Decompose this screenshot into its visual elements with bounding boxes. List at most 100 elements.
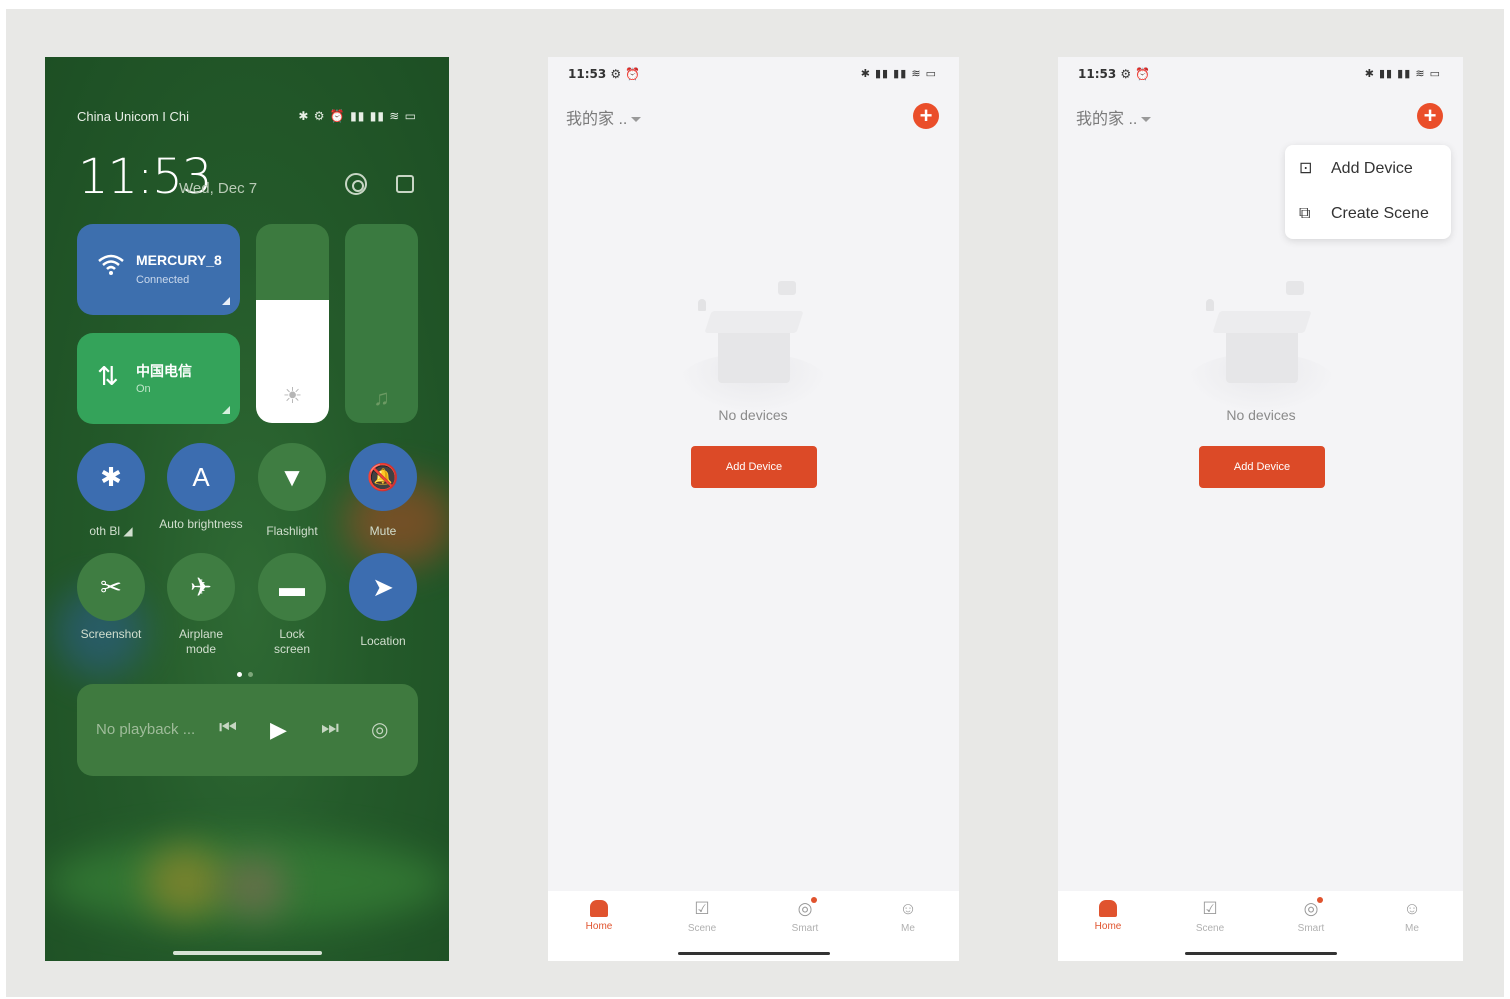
home-icon: [1099, 900, 1117, 917]
add-device-icon: ⊡: [1299, 160, 1313, 177]
tab-label: Home: [585, 921, 613, 932]
play-icon[interactable]: ▶: [270, 717, 287, 743]
next-track-icon[interactable]: ⏭: [321, 717, 339, 740]
mute-label: Mute: [369, 524, 397, 538]
menu-item-label: Add Device: [1331, 160, 1413, 177]
flashlight-label: Flashlight: [266, 524, 318, 538]
status-time: 11:53 ⚙ ⏰: [568, 67, 641, 81]
wifi-name: MERCURY_8: [136, 252, 222, 268]
add-menu-popup: ⊡ Add Device ⧉ Create Scene: [1285, 145, 1451, 239]
status-time: 11:53 ⚙ ⏰: [1078, 67, 1151, 81]
status-icons: ✱ ⚙ ⏰ ▮▮ ▮▮ ≋ ▭: [298, 109, 417, 123]
edit-icon[interactable]: [396, 175, 414, 193]
page-indicator: [237, 664, 259, 682]
menu-item-add-device[interactable]: ⊡ Add Device: [1299, 158, 1413, 182]
auto-brightness-label: Auto brightness: [159, 517, 243, 531]
add-plus-button[interactable]: +: [1417, 103, 1443, 129]
tab-scene[interactable]: ☑ Scene: [1180, 899, 1240, 934]
home-selector[interactable]: 我的家 ..: [1076, 105, 1152, 129]
tab-label: Smart: [1297, 923, 1325, 934]
mobile-data-tile[interactable]: ⇅ 中国电信 On: [77, 333, 240, 424]
add-device-button[interactable]: Add Device: [691, 446, 817, 488]
chevron-down-icon: [631, 117, 642, 123]
empty-box-illustration: [1176, 281, 1346, 413]
screenshot-toggle[interactable]: ✂: [77, 553, 145, 621]
bottom-tab-bar: Home ☑ Scene ◎ Smart ☺ Me: [1058, 891, 1463, 961]
menu-item-create-scene[interactable]: ⧉ Create Scene: [1299, 205, 1429, 229]
plus-icon: +: [1423, 103, 1437, 128]
media-status-text: No playback ...: [96, 721, 196, 738]
wifi-status: Connected: [136, 274, 190, 286]
tab-smart[interactable]: ◎ Smart: [1281, 897, 1341, 934]
home-icon: [590, 900, 608, 917]
notification-dot: [811, 897, 817, 903]
media-player: No playback ... ⏮ ▶ ⏭ ◎: [77, 684, 418, 776]
wifi-tile[interactable]: MERCURY_8 Connected: [77, 224, 240, 315]
plus-icon: +: [919, 103, 933, 128]
location-icon: ➤: [372, 572, 394, 602]
add-plus-button[interactable]: +: [913, 103, 939, 129]
bottom-tab-bar: Home ☑ Scene ◎ Smart ☺ Me: [548, 891, 959, 961]
mute-icon: 🔕: [366, 462, 400, 492]
app-home-screen: 11:53 ⚙ ⏰ ✱ ▮▮ ▮▮ ≋ ▭ 我的家 .. + No device…: [548, 57, 959, 961]
airplane-toggle[interactable]: ✈: [167, 553, 235, 621]
screenshot-label: Screenshot: [80, 627, 142, 641]
status-bar: China Unicom I Chi ✱ ⚙ ⏰ ▮▮ ▮▮ ≋ ▭: [77, 109, 417, 129]
wifi-icon: [97, 252, 125, 283]
tab-label: Smart: [791, 923, 819, 934]
tab-me[interactable]: ☺ Me: [878, 899, 938, 934]
lock-screen-label: Lock screen: [273, 627, 311, 656]
home-indicator[interactable]: [173, 951, 322, 955]
mute-toggle[interactable]: 🔕: [349, 443, 417, 511]
home-name: 我的家 ..: [1076, 111, 1138, 128]
tab-label: Scene: [687, 923, 717, 934]
tab-label: Me: [901, 923, 915, 934]
home-indicator[interactable]: [1185, 952, 1337, 955]
clock-date: Wed, Dec 7: [179, 180, 258, 197]
carrier-label: China Unicom I Chi: [77, 109, 189, 124]
volume-slider[interactable]: ♫: [345, 224, 418, 423]
airplane-icon: ✈: [190, 572, 212, 602]
tab-scene[interactable]: ☑ Scene: [672, 899, 732, 934]
home-selector[interactable]: 我的家 ..: [566, 105, 642, 129]
flashlight-toggle[interactable]: ▼: [258, 443, 326, 511]
flashlight-icon: ▼: [279, 462, 305, 492]
tab-home[interactable]: Home: [569, 899, 629, 932]
tab-home[interactable]: Home: [1078, 899, 1138, 932]
create-scene-icon: ⧉: [1299, 205, 1311, 222]
tab-label: Scene: [1195, 923, 1225, 934]
tab-me[interactable]: ☺ Me: [1382, 899, 1442, 934]
status-icons: ✱ ▮▮ ▮▮ ≋ ▭: [1364, 68, 1441, 80]
bluetooth-toggle[interactable]: ✱: [77, 443, 145, 511]
menu-item-label: Create Scene: [1331, 205, 1429, 222]
tab-label: Me: [1405, 923, 1419, 934]
empty-state-text: No devices: [1226, 407, 1296, 423]
tab-smart[interactable]: ◎ Smart: [775, 897, 835, 934]
brightness-slider[interactable]: ☀: [256, 224, 329, 423]
status-icons: ✱ ▮▮ ▮▮ ≋ ▭: [860, 68, 937, 80]
expand-corner-icon[interactable]: [222, 406, 230, 414]
bluetooth-icon: ✱: [100, 462, 122, 492]
expand-corner-icon[interactable]: [222, 297, 230, 305]
auto-brightness-toggle[interactable]: A: [167, 443, 235, 511]
scene-icon: ☑: [1202, 899, 1218, 918]
control-center-screen: China Unicom I Chi ✱ ⚙ ⏰ ▮▮ ▮▮ ≋ ▭ 11:53…: [45, 57, 449, 961]
home-indicator[interactable]: [678, 952, 830, 955]
status-bar: 11:53 ⚙ ⏰ ✱ ▮▮ ▮▮ ≋ ▭: [568, 67, 937, 85]
tab-label: Home: [1094, 921, 1122, 932]
location-toggle[interactable]: ➤: [349, 553, 417, 621]
sun-icon: ☀: [282, 383, 303, 408]
empty-state-text: No devices: [718, 407, 788, 423]
cast-icon[interactable]: ◎: [371, 717, 388, 742]
app-home-menu-screen: 11:53 ⚙ ⏰ ✱ ▮▮ ▮▮ ≋ ▭ 我的家 .. + ⊡ Add Devi…: [1058, 57, 1463, 961]
previous-track-icon[interactable]: ⏮: [219, 717, 237, 740]
lock-screen-toggle[interactable]: ▬: [258, 553, 326, 621]
lock-icon: ▬: [279, 572, 305, 602]
me-icon: ☺: [899, 899, 917, 918]
bluetooth-label: oth Bl ◢: [89, 524, 133, 538]
settings-gear-icon[interactable]: [345, 173, 367, 195]
add-device-button[interactable]: Add Device: [1199, 446, 1325, 488]
home-name: 我的家 ..: [566, 111, 628, 128]
music-note-icon: ♫: [373, 385, 390, 410]
airplane-label: Airplane mode: [178, 627, 224, 656]
